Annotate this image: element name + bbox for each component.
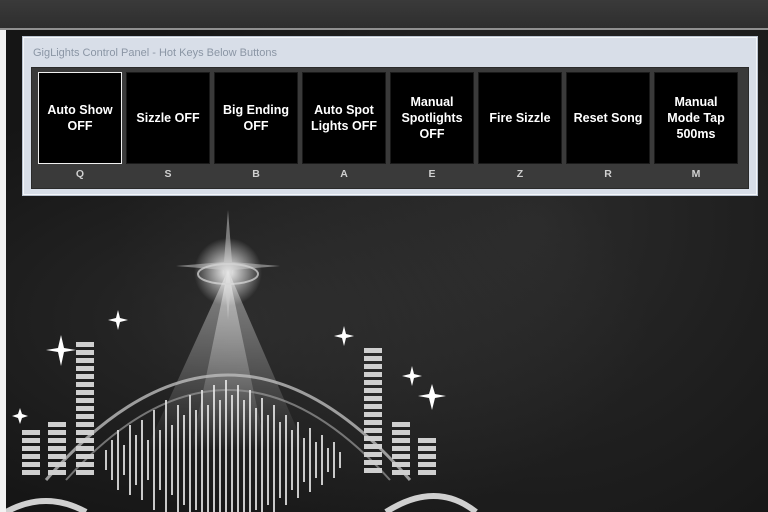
button-column-reset-song: Reset Song R [566, 72, 650, 184]
button-column-auto-show: Auto Show OFF Q [38, 72, 122, 184]
hotkey-label-z: Z [516, 168, 524, 180]
top-bar [0, 0, 768, 30]
sizzle-button[interactable]: Sizzle OFF [126, 72, 210, 164]
big-ending-button[interactable]: Big Ending OFF [214, 72, 298, 164]
hotkey-label-q: Q [75, 168, 85, 180]
button-panel: Auto Show OFF Q Sizzle OFF S Big Ending … [31, 67, 749, 189]
button-column-big-ending: Big Ending OFF B [214, 72, 298, 184]
manual-spotlights-button[interactable]: Manual Spotlights OFF [390, 72, 474, 164]
hotkey-label-e: E [428, 168, 436, 180]
hotkey-label-r: R [604, 168, 612, 180]
button-column-manual-mode-tap: Manual Mode Tap 500ms M [654, 72, 738, 184]
button-column-sizzle: Sizzle OFF S [126, 72, 210, 184]
auto-spot-lights-button[interactable]: Auto Spot Lights OFF [302, 72, 386, 164]
auto-show-button[interactable]: Auto Show OFF [38, 72, 122, 164]
window-title: GigLights Control Panel - Hot Keys Below… [33, 47, 277, 59]
fire-sizzle-button[interactable]: Fire Sizzle [478, 72, 562, 164]
reset-song-button[interactable]: Reset Song [566, 72, 650, 164]
hotkey-label-m: M [691, 168, 701, 180]
button-column-manual-spotlights: Manual Spotlights OFF E [390, 72, 474, 184]
button-column-fire-sizzle: Fire Sizzle Z [478, 72, 562, 184]
hotkey-label-s: S [164, 168, 172, 180]
manual-mode-tap-button[interactable]: Manual Mode Tap 500ms [654, 72, 738, 164]
control-panel-window: GigLights Control Panel - Hot Keys Below… [22, 36, 758, 196]
button-column-auto-spot-lights: Auto Spot Lights OFF A [302, 72, 386, 184]
hotkey-label-b: B [252, 168, 260, 180]
hotkey-label-a: A [340, 168, 348, 180]
